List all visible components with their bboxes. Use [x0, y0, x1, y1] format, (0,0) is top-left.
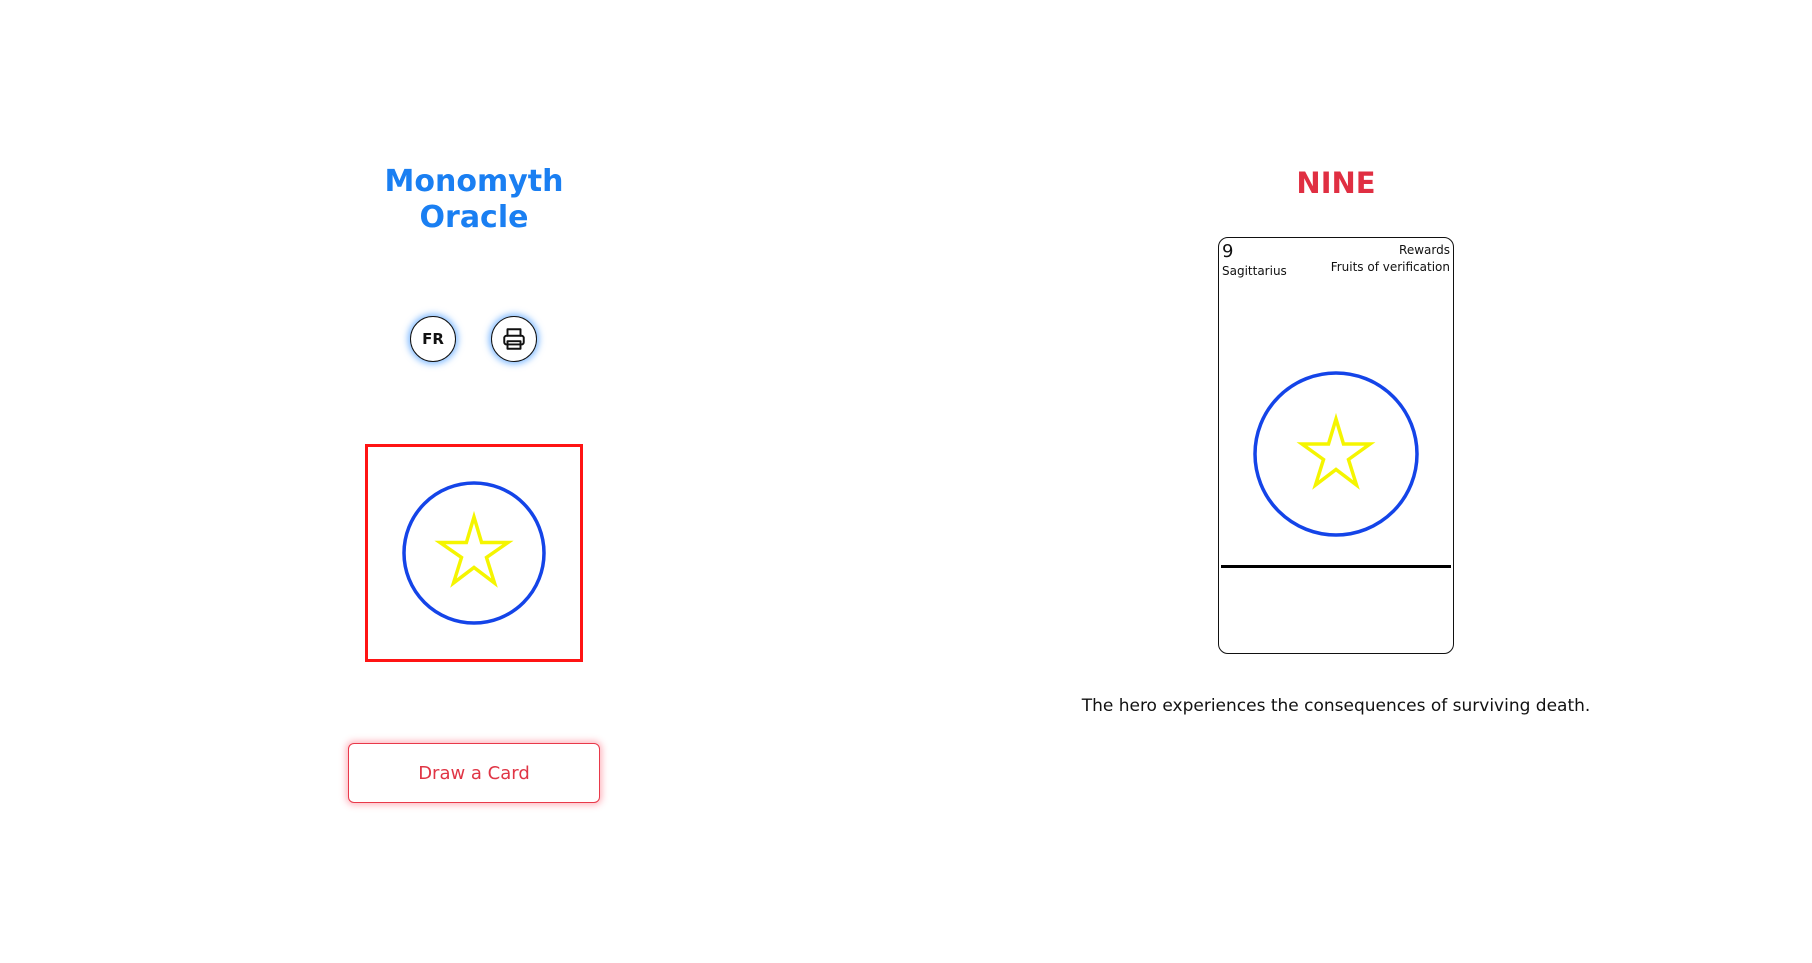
- card-divider: [1221, 565, 1451, 568]
- card-description: The hero experiences the consequences of…: [1081, 696, 1591, 716]
- card-subtitle: Fruits of verification: [1330, 260, 1450, 274]
- draw-card-button[interactable]: Draw a Card: [348, 743, 600, 803]
- card-number: 9: [1222, 241, 1234, 262]
- card-stage: Rewards: [1399, 243, 1450, 257]
- star-in-circle-icon: [1253, 371, 1419, 537]
- drawn-card: 9 Sagittarius Rewards Fruits of verifica…: [1218, 237, 1454, 654]
- printer-icon: [503, 328, 525, 350]
- page: Monomyth Oracle FR Draw a Card NINE 9 Sa…: [0, 0, 1812, 963]
- language-toggle-label: FR: [422, 330, 444, 348]
- card-deck-preview[interactable]: [365, 444, 583, 662]
- card-title: NINE: [1296, 166, 1376, 200]
- star-in-circle-icon: [402, 481, 546, 625]
- card-sign: Sagittarius: [1222, 264, 1287, 278]
- app-title: Monomyth Oracle: [384, 164, 564, 235]
- print-button[interactable]: [491, 316, 537, 362]
- language-toggle-button[interactable]: FR: [410, 316, 456, 362]
